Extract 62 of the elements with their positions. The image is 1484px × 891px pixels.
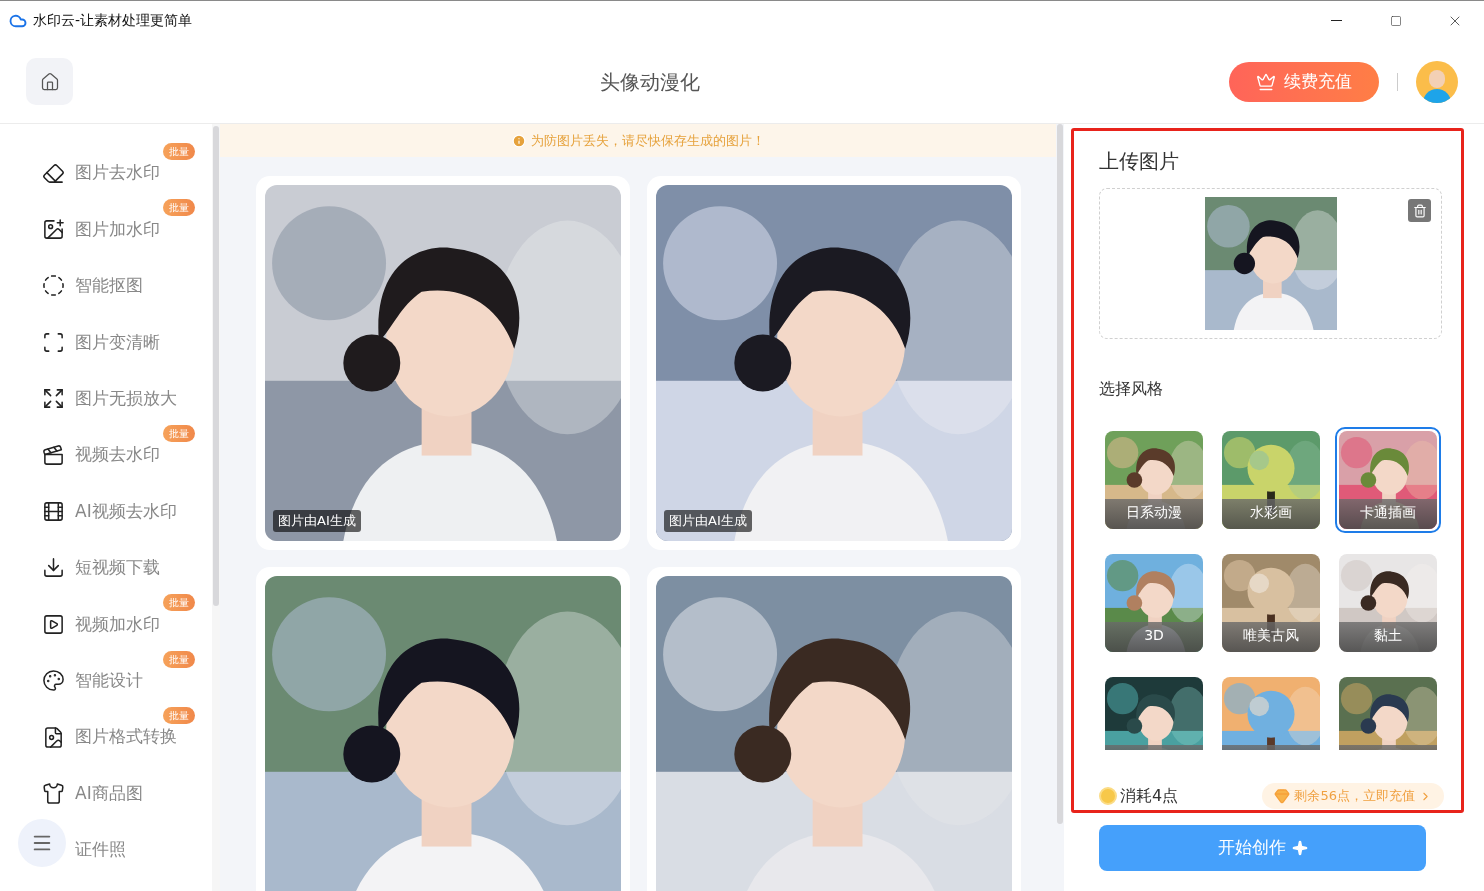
recharge-button[interactable]: 续费充值 [1229, 61, 1379, 102]
trash-icon [1412, 203, 1427, 218]
start-button[interactable]: 开始创作 [1099, 825, 1426, 871]
ai-caption: 图片由AI生成 [273, 510, 361, 532]
delete-button[interactable] [1408, 199, 1431, 222]
section-title: 上传图片 [1099, 148, 1180, 175]
upload-area[interactable] [1099, 188, 1442, 339]
sidebar-item[interactable]: 图片格式转换 [42, 724, 177, 750]
sidebar-item[interactable]: 智能抠图 [42, 273, 143, 299]
collapse-button[interactable] [18, 819, 66, 867]
style-option[interactable]: 日系动漫 [1101, 427, 1207, 533]
sidebar-item[interactable]: 视频去水印 [42, 442, 160, 468]
coin-icon [1099, 787, 1117, 805]
dashed-circle-icon [42, 274, 65, 298]
clapperboard-icon [42, 443, 65, 467]
batch-tag: 批量 [163, 594, 195, 612]
sparkle-icon [1291, 840, 1308, 856]
sidebar-item[interactable]: 图片无损放大 [42, 386, 177, 412]
batch-tag: 批量 [163, 650, 195, 668]
home-icon [39, 71, 60, 92]
sidebar-item[interactable]: 视频加水印 [42, 611, 160, 638]
download-icon [42, 556, 65, 580]
file-image-icon [42, 725, 65, 749]
section-title: 选择风格 [1099, 378, 1164, 400]
sidebar-item[interactable]: 智能设计 [42, 667, 143, 694]
home-button[interactable] [26, 58, 73, 105]
sidebar-item[interactable]: 短视频下载 [42, 555, 160, 581]
batch-tag: 批量 [163, 424, 195, 442]
eraser-icon [42, 161, 65, 185]
batch-tag: 批量 [163, 143, 195, 160]
sidebar-item[interactable]: AI视频去水印 [42, 498, 177, 525]
expand-icon [42, 387, 65, 411]
image-plus-icon [42, 218, 65, 242]
notice-text: 为防图片丢失，请尽快保存生成的图片！ [530, 131, 765, 150]
palette-icon [42, 669, 65, 693]
style-option[interactable]: 卡通插画 [1335, 427, 1441, 533]
style-option[interactable]: 3D [1101, 550, 1207, 656]
sidebar-item[interactable]: AI商品图 [42, 780, 143, 807]
window-title: 水印云-让素材处理更简单 [33, 11, 193, 30]
film-icon [42, 500, 65, 524]
batch-tag: 批量 [163, 706, 195, 724]
ai-caption: 图片由AI生成 [664, 510, 752, 532]
shirt-icon [42, 782, 65, 805]
style-option[interactable]: 唯美古风 [1218, 550, 1324, 656]
sidebar-item[interactable]: 图片加水印 [42, 216, 160, 243]
batch-tag: 批量 [163, 199, 195, 217]
play-square-icon [42, 612, 65, 636]
info-icon [511, 133, 526, 148]
scan-icon [42, 330, 65, 354]
crown-icon [1256, 71, 1276, 92]
maximize-icon [1389, 14, 1402, 27]
avatar[interactable] [1416, 60, 1458, 103]
style-option[interactable]: 水彩画 [1218, 427, 1324, 533]
sidebar-item[interactable]: 图片去水印 [42, 160, 160, 186]
page-title: 头像动漫化 [600, 68, 700, 96]
style-option[interactable]: 黏土 [1335, 550, 1441, 656]
sidebar-item[interactable]: 证件照 [75, 837, 126, 863]
minimize-icon [1331, 20, 1342, 21]
diamond-icon [1274, 788, 1291, 804]
balance-link[interactable]: 剩余56点，立即充值 [1262, 783, 1444, 809]
cost-text: 消耗4点 [1120, 785, 1179, 807]
sidebar-item[interactable]: 图片变清晰 [42, 329, 160, 356]
